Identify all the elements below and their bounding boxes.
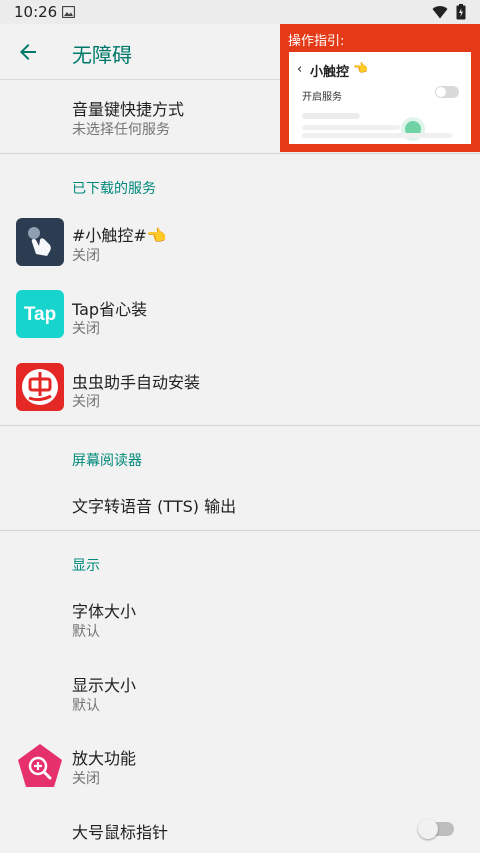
item-summary: 关闭 bbox=[72, 771, 100, 787]
guide-row-label: 开启服务 bbox=[302, 92, 342, 103]
guide-preview-card: ‹ 小触控 👈 开启服务 bbox=[289, 52, 471, 144]
back-arrow-icon[interactable] bbox=[16, 40, 40, 64]
item-title: 虫虫助手自动安装 bbox=[72, 373, 201, 392]
item-title: 文字转语音 (TTS) 输出 bbox=[72, 497, 237, 516]
font-size-item[interactable]: 字体大小 默认 bbox=[0, 584, 480, 652]
service-item-xiaochukong[interactable]: #小触控#👈 关闭 bbox=[0, 208, 480, 276]
tts-output-item[interactable]: 文字转语音 (TTS) 输出 bbox=[0, 478, 480, 528]
guide-toggle bbox=[435, 86, 459, 98]
guide-placeholder-line bbox=[302, 113, 360, 119]
item-summary: 未选择任何服务 bbox=[72, 122, 170, 138]
item-summary: 关闭 bbox=[72, 248, 100, 264]
guide-placeholder-line bbox=[302, 125, 400, 130]
item-summary: 关闭 bbox=[72, 394, 100, 410]
display-size-item[interactable]: 显示大小 默认 bbox=[0, 659, 480, 727]
item-title: 放大功能 bbox=[72, 749, 137, 768]
section-header-display: 显示 bbox=[72, 558, 100, 574]
toggle-knob bbox=[418, 819, 438, 839]
status-time: 10:26 bbox=[14, 3, 58, 21]
chongchong-app-icon bbox=[16, 363, 64, 411]
service-item-tap[interactable]: Tap Tap省心装 关闭 bbox=[0, 281, 480, 349]
item-title: 显示大小 bbox=[72, 676, 137, 695]
status-bar: 10:26 bbox=[0, 0, 480, 24]
magnification-item[interactable]: 放大功能 关闭 bbox=[0, 732, 480, 800]
divider bbox=[0, 425, 480, 426]
page-title: 无障碍 bbox=[72, 43, 132, 67]
touch-app-icon bbox=[16, 218, 64, 266]
service-item-chongchong[interactable]: 虫虫助手自动安装 关闭 bbox=[0, 354, 480, 422]
magnify-icon bbox=[18, 744, 62, 787]
chevron-left-icon: ‹ bbox=[297, 62, 303, 77]
large-pointer-item[interactable]: 大号鼠标指针 bbox=[0, 805, 480, 853]
section-header-downloaded: 已下载的服务 bbox=[72, 181, 156, 197]
item-title: #小触控#👈 bbox=[72, 226, 167, 245]
svg-text:Tap: Tap bbox=[24, 304, 56, 325]
guide-card-title: 小触控 bbox=[310, 65, 350, 80]
battery-charging-icon bbox=[456, 4, 466, 20]
tap-app-icon: Tap bbox=[16, 290, 64, 338]
item-title: Tap省心装 bbox=[72, 300, 148, 319]
divider bbox=[0, 153, 480, 154]
section-header-screen-reader: 屏幕阅读器 bbox=[72, 453, 142, 469]
wifi-icon bbox=[432, 6, 448, 19]
item-summary: 默认 bbox=[72, 698, 100, 714]
operation-guide-overlay: 操作指引: ‹ 小触控 👈 开启服务 bbox=[280, 24, 480, 152]
guide-placeholder-line bbox=[302, 133, 452, 138]
guide-label: 操作指引: bbox=[288, 34, 345, 49]
large-pointer-toggle[interactable] bbox=[418, 819, 454, 839]
item-summary: 关闭 bbox=[72, 321, 100, 337]
divider bbox=[0, 530, 480, 531]
item-title: 音量键快捷方式 bbox=[72, 100, 185, 119]
image-notification-icon bbox=[62, 6, 75, 18]
pointing-hand-icon: 👈 bbox=[353, 61, 368, 75]
item-title: 字体大小 bbox=[72, 602, 137, 621]
item-summary: 默认 bbox=[72, 624, 100, 640]
item-title: 大号鼠标指针 bbox=[72, 823, 169, 842]
